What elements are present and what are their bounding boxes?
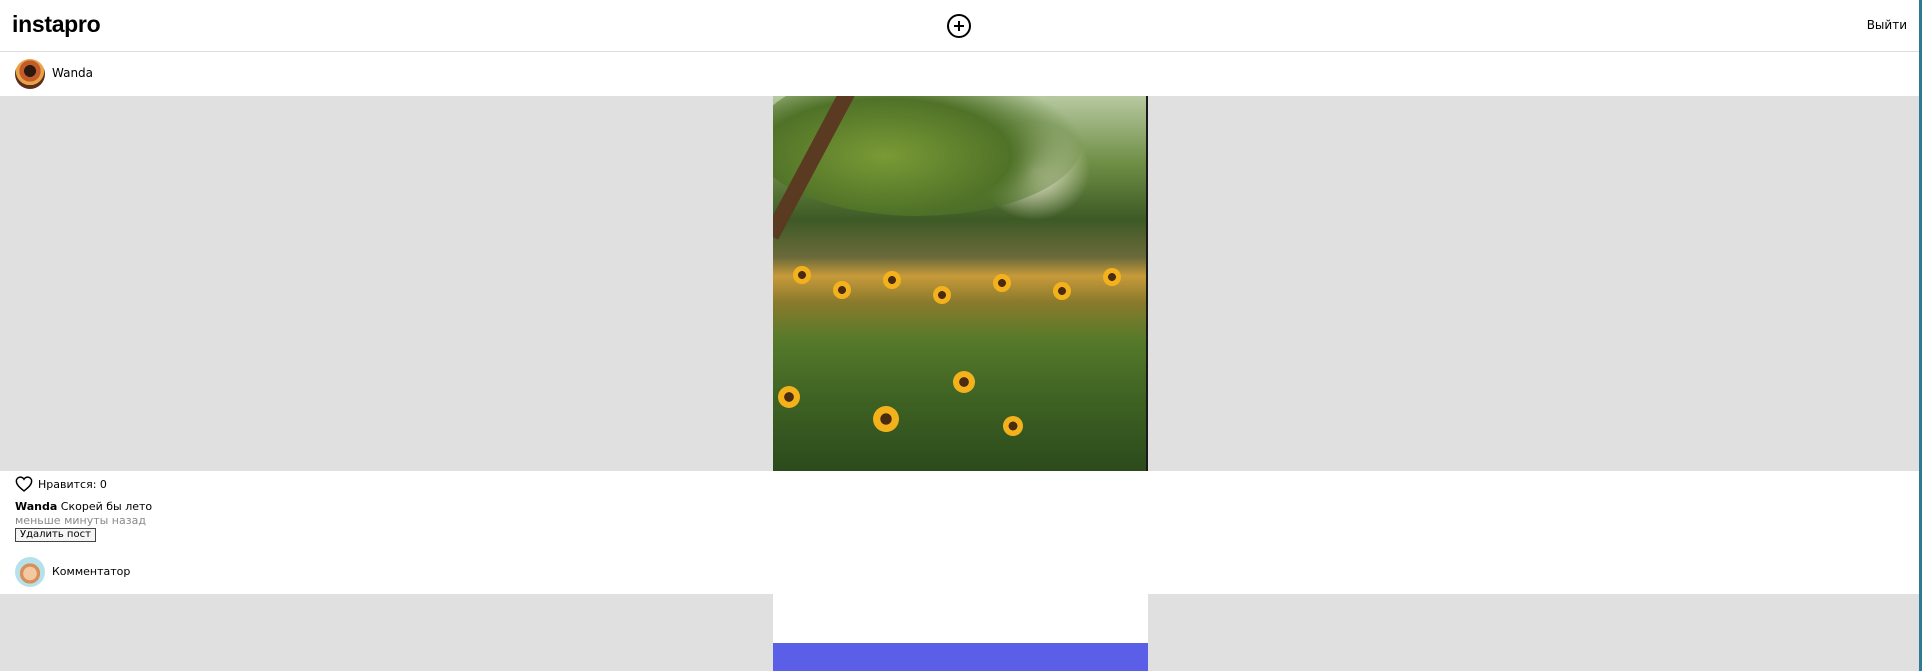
like-button[interactable]: Нравится: 0	[15, 476, 107, 492]
likes-count: Нравится: 0	[38, 477, 107, 491]
post-date: меньше минуты назад	[15, 514, 146, 527]
sunflower	[778, 386, 800, 408]
app-logo[interactable]: instapro	[12, 11, 101, 38]
sunflower	[883, 271, 901, 289]
commenter-name[interactable]: Комментатор	[52, 565, 130, 578]
next-post-band-right	[1148, 594, 1919, 671]
post-image-container	[0, 96, 1919, 471]
sunflower	[933, 286, 951, 304]
commenter-avatar[interactable]	[15, 557, 45, 587]
heart-icon[interactable]	[15, 476, 33, 492]
sunflower	[1003, 416, 1023, 436]
sunflower	[833, 281, 851, 299]
author-avatar[interactable]	[15, 59, 45, 89]
post-header: Wanda	[0, 52, 1919, 96]
next-post-image-top	[773, 594, 1148, 643]
next-post-image	[773, 643, 1148, 671]
next-post-band-left	[0, 594, 773, 671]
caption-username: Wanda	[15, 500, 58, 513]
sunflower	[873, 406, 899, 432]
sunflower	[1103, 268, 1121, 286]
delete-post-button[interactable]: Удалить пост	[15, 528, 96, 542]
sunflower	[993, 274, 1011, 292]
sunflower	[953, 371, 975, 393]
app-header: instapro Выйти	[0, 0, 1922, 52]
logout-button[interactable]: Выйти	[1867, 18, 1907, 32]
post-author-name[interactable]: Wanda	[52, 66, 93, 80]
sunflower	[1053, 282, 1071, 300]
post-caption: Wanda Скорей бы лето	[15, 500, 152, 513]
post-image	[773, 96, 1148, 471]
add-post-icon[interactable]	[947, 14, 971, 38]
sunflower	[793, 266, 811, 284]
caption-text: Скорей бы лето	[60, 500, 153, 513]
